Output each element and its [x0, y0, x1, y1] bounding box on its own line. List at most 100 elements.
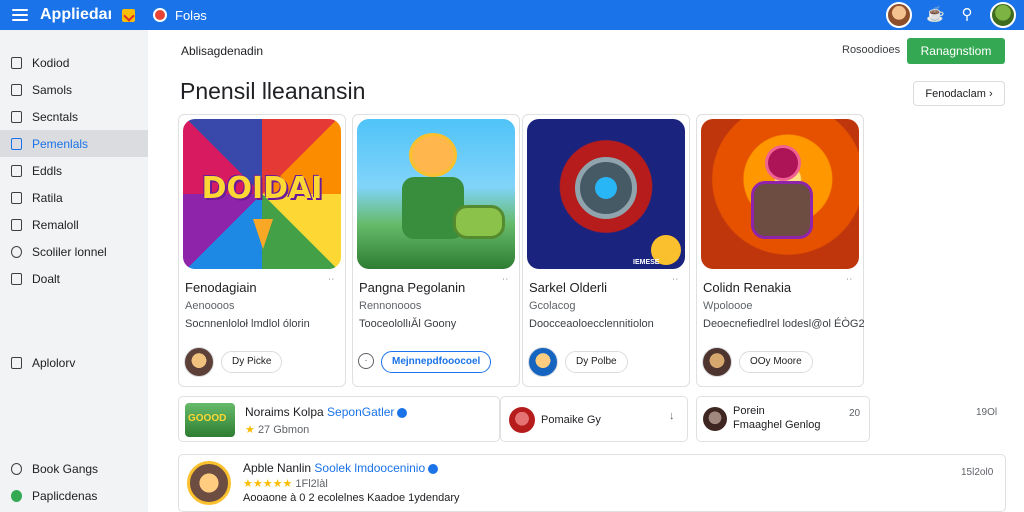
sidebar-item-explore[interactable]: Aplolorv — [0, 349, 148, 376]
breadcrumb[interactable]: Ablisagdenadin — [181, 44, 263, 58]
list-item-description: Aooaone à 0 2 ecolelnes Kaadoe 1ydendary — [243, 492, 460, 504]
sidebar-item-label: Secntals — [32, 109, 79, 124]
sidebar-item-1[interactable]: Kodiod — [0, 49, 148, 76]
download-icon[interactable]: ↓ — [669, 410, 675, 422]
list-item[interactable]: GOOOD Noraims Kolpa SeponGatler ★ 27 Gbm… — [178, 396, 500, 442]
secondary-link[interactable]: Rosoodioes — [842, 44, 900, 56]
account-avatar-icon[interactable] — [990, 2, 1016, 28]
more-options-icon[interactable]: ˙˙ — [846, 278, 853, 289]
list-item-title-text: Noraims Kolpa — [245, 405, 324, 419]
sidebar-item-label: Remaloll — [32, 217, 79, 232]
top-app-bar: Appliedaı Foləs ☕ ⚲ — [0, 0, 1024, 30]
cup-icon[interactable]: ☕ — [926, 6, 945, 24]
game-avatar[interactable] — [187, 461, 231, 505]
edit-icon — [11, 356, 22, 369]
developer-pill[interactable]: Dy Picke — [221, 351, 283, 373]
card-title[interactable]: Fenodagiain — [185, 280, 257, 295]
sidebar-item-label: Ratila — [32, 190, 63, 205]
page-icon — [11, 164, 22, 177]
developer-avatar[interactable] — [184, 347, 214, 377]
user-avatar[interactable] — [703, 407, 727, 431]
list-item-title[interactable]: Pomaike Gy — [541, 414, 601, 426]
rating: ★★★★★ 1Fl2làl — [243, 477, 328, 490]
warrior-head-icon — [765, 145, 801, 181]
primary-action-button[interactable]: Ranagnstiom — [907, 38, 1005, 64]
more-options-icon[interactable]: ˙˙ — [328, 278, 335, 289]
sidebar-item-book[interactable]: Book Gangs — [0, 455, 148, 482]
developer-avatar[interactable] — [528, 347, 558, 377]
card-title[interactable]: Sarkel Olderli — [529, 280, 607, 295]
sidebar-item-5[interactable]: Eddls — [0, 157, 148, 184]
card-description: TooceolollıĂl Goony — [359, 318, 457, 330]
character-icon — [409, 133, 457, 177]
main-content: Ablisagdenadin Rosoodioes Ranagnstiom Pn… — [148, 30, 1024, 512]
profile-avatar-icon[interactable] — [886, 2, 912, 28]
game-thumbnail[interactable]: IEMESE — [527, 119, 685, 269]
list-item[interactable]: Apble Nanlin Soolek lmdooceninio ★★★★★ 1… — [178, 454, 1006, 512]
sidebar-item-3[interactable]: Secntals — [0, 103, 148, 130]
sidebar-item-8[interactable]: Scoliler lonnel — [0, 238, 148, 265]
sidebar-item-publish[interactable]: Paplicdenas — [0, 482, 148, 509]
list-item-title[interactable]: Apble Nanlin Soolek lmdooceninio — [243, 461, 439, 475]
sidebar-item-6[interactable]: Ratila — [0, 184, 148, 211]
app-title[interactable]: Appliedaı — [40, 6, 112, 24]
clock-icon — [11, 245, 22, 258]
sidebar-item-label: Doalt — [32, 271, 61, 286]
developer-pill[interactable]: OOy Moore — [739, 351, 813, 373]
card-subtitle: Rennonooos — [359, 300, 422, 312]
developer-avatar[interactable] — [702, 347, 732, 377]
list-icon — [11, 218, 22, 231]
menu-icon[interactable] — [12, 9, 28, 21]
key-icon[interactable]: ⚲ — [958, 6, 976, 24]
sidebar-item-label: Eddls — [32, 163, 63, 178]
game-card[interactable]: DOIDAI Fenodagiain ˙˙ Aenoooos Socnnenlo… — [178, 114, 346, 387]
card-description: Deoecnefiedlrel lodesl@ol ÉÒG2 — [703, 318, 865, 330]
tag-icon — [11, 272, 22, 285]
document-icon — [11, 56, 22, 69]
developer-pill[interactable]: Mejnnepdfooocoel — [381, 351, 492, 373]
list-item-meta: ★ 27 Gbmon — [245, 423, 309, 436]
list-item-count: 20 — [849, 408, 861, 419]
game-card[interactable]: Colidn Renakia ˙˙ Wpoloooe Deoecnefiedlr… — [696, 114, 865, 387]
game-thumbnail[interactable] — [701, 119, 859, 269]
circle-icon — [11, 462, 22, 475]
star-rating-icon: ★★★★★ — [243, 478, 293, 490]
whatsapp-icon — [11, 489, 22, 502]
sidebar: Kodiod Samols Secntals Pemenlals Eddls R… — [0, 30, 148, 512]
search-icon[interactable] — [153, 8, 168, 22]
list-item[interactable]: Pomaike Gy ↓ — [500, 396, 688, 442]
card-title[interactable]: Colidn Renakia — [703, 280, 791, 295]
developer-pill[interactable]: Dy Polbe — [565, 351, 628, 373]
see-all-button[interactable]: Fenodaclam › — [913, 81, 1005, 106]
user-avatar[interactable] — [509, 407, 535, 433]
game-card[interactable]: Pangna Pegolanin ˙˙ Rennonooos Tooceolol… — [352, 114, 520, 387]
game-thumbnail[interactable]: DOIDAI — [183, 119, 341, 269]
sidebar-item-7[interactable]: Remaloll — [0, 211, 148, 238]
bookmark-icon[interactable] — [122, 8, 136, 22]
more-options-icon[interactable]: ˙˙ — [502, 278, 509, 289]
card-title[interactable]: Pangna Pegolanin — [359, 280, 465, 295]
list-item-count: 15l2ol0 — [961, 467, 994, 478]
sidebar-item-2[interactable]: Samols — [0, 76, 148, 103]
list-item-developer[interactable]: SeponGatler — [327, 405, 394, 419]
game-thumbnail[interactable] — [357, 119, 515, 269]
list-item-title[interactable]: Noraims Kolpa SeponGatler — [245, 405, 408, 419]
add-icon[interactable]: · — [358, 353, 374, 369]
page-title: Pnensil lleanansin — [180, 78, 366, 104]
sidebar-item-9[interactable]: Doalt — [0, 265, 148, 292]
sidebar-item-label: Samols — [32, 82, 73, 97]
list-item-count: 19Ol — [976, 407, 998, 418]
sidebar-item-label: Kodiod — [32, 55, 70, 70]
card-subtitle: Wpoloooe — [703, 300, 753, 312]
game-card[interactable]: IEMESE Sarkel Olderli ˙˙ Gcolacog Doocce… — [522, 114, 690, 387]
top-nav-link[interactable]: Foləs — [175, 8, 207, 23]
list-item-title[interactable]: Porein — [733, 405, 765, 417]
card-subtitle: Gcolacog — [529, 300, 576, 312]
list-item-developer[interactable]: Soolek lmdooceninio — [314, 461, 425, 475]
clipboard-icon — [11, 191, 22, 204]
game-thumbnail[interactable]: GOOOD — [185, 403, 235, 437]
sidebar-item-4[interactable]: Pemenlals — [0, 130, 148, 157]
bell-icon — [11, 110, 22, 123]
list-item[interactable]: Porein Fmaaghel Genlog 20 — [696, 396, 870, 442]
more-options-icon[interactable]: ˙˙ — [672, 278, 679, 289]
